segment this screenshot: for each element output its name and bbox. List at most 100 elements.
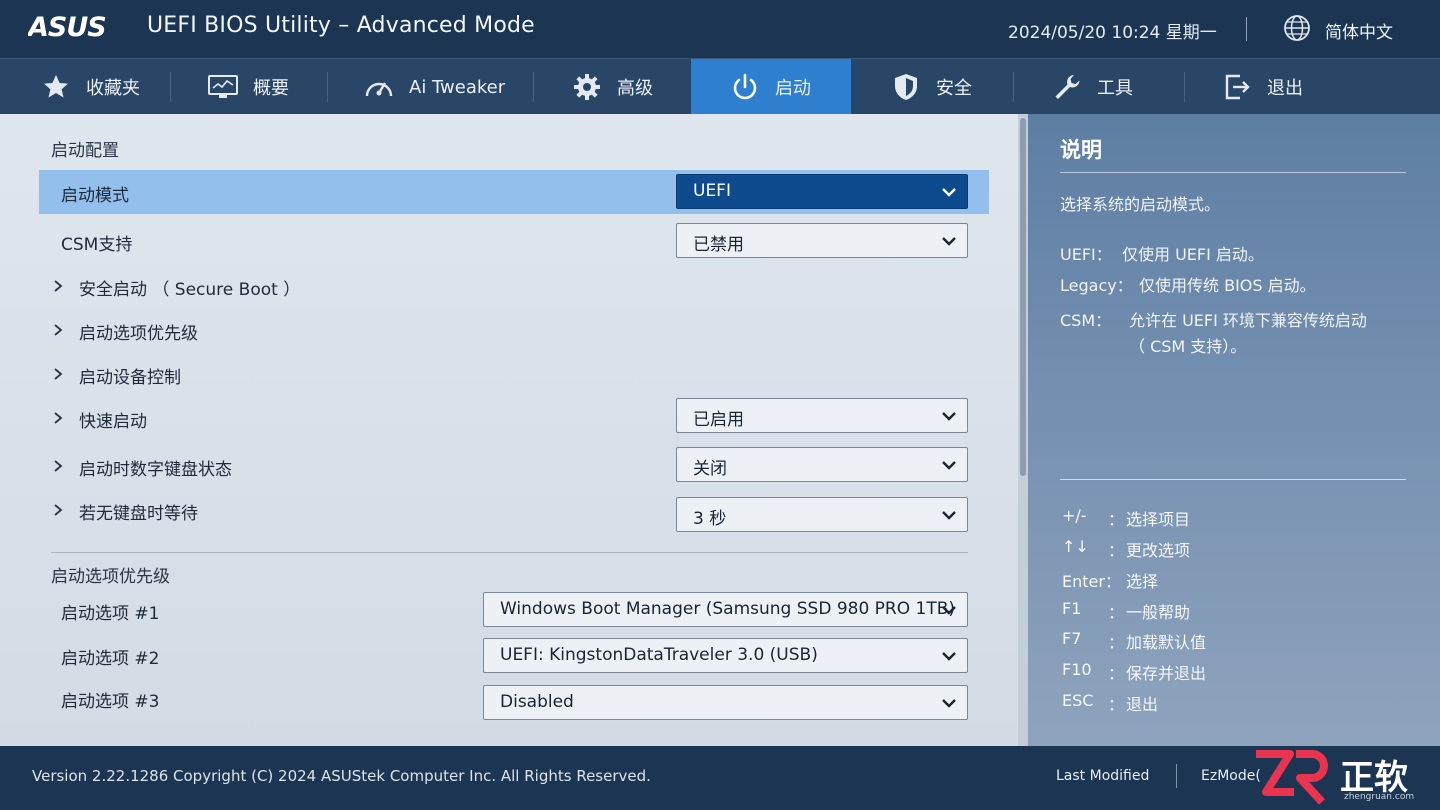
help-divider [1060,172,1406,173]
chevron-down-icon [942,511,956,520]
section-title-boot-config: 启动配置 [51,141,119,161]
help-panel: 说明 选择系统的启动模式。 UEFI： 仅使用 UEFI 启动。 Legacy：… [1028,114,1440,746]
chevron-down-icon [942,606,956,615]
setting-label: 启动选项优先级 [79,324,198,344]
datetime: 2024/05/20 10:24 星期一 [1008,23,1217,43]
help-item-key: Legacy： [1060,276,1133,295]
globe-icon[interactable] [1282,13,1312,43]
setting-label: 启动选项 #3 [61,692,160,712]
help-title: 说明 [1060,138,1102,162]
chevron-down-icon [942,412,956,421]
hotkey-key: F7 [1062,629,1082,648]
footer-separator [1176,764,1177,788]
hotkey-desc: 一般帮助 [1126,603,1191,622]
setting-label: 若无键盘时等待 [79,504,198,524]
keyboard-wait-dropdown[interactable]: 3 秒 [676,497,968,532]
power-icon [729,71,761,103]
chevron-right-icon [54,504,63,516]
hotkey-colon: ： [1108,695,1125,714]
tab-exit[interactable]: 退出 [1221,59,1303,115]
tab-label: 概要 [253,78,289,99]
hotkey-colon: ： [1108,633,1125,652]
setting-row-numlock[interactable]: 启动时数字键盘状态 关闭 [39,444,989,488]
chevron-down-icon [942,188,956,197]
hotkey-key: F1 [1062,599,1082,618]
setting-row-csm[interactable]: CSM支持 已禁用 [39,219,989,263]
tab-label: 安全 [936,78,972,99]
chevron-down-icon [942,699,956,708]
tab-bar: 收藏夹 概要 Ai Tweaker 高级 启动 安全 工具 退出 [0,58,1440,115]
tab-separator [1184,72,1185,102]
tab-label: 退出 [1267,78,1303,99]
tab-boot[interactable]: 启动 [691,59,851,115]
scrollbar[interactable] [1018,114,1028,746]
last-modified-button[interactable]: Last Modified [1056,768,1149,784]
setting-label: 启动时数字键盘状态 [79,460,232,480]
chevron-right-icon [54,280,63,292]
chevron-right-icon [54,412,63,424]
tab-separator [1013,72,1014,102]
setting-row-boot-option-2[interactable]: 启动选项 #2 UEFI: KingstonDataTraveler 3.0 (… [39,633,989,677]
setting-label: CSM支持 [61,235,133,255]
fast-boot-dropdown[interactable]: 已启用 [676,398,968,433]
tab-label: 工具 [1097,78,1133,99]
submenu-secure-boot[interactable]: 安全启动 （ Secure Boot ） [39,264,989,308]
boot-option-3-dropdown[interactable]: Disabled [483,685,968,720]
tab-favorites[interactable]: 收藏夹 [40,59,140,115]
setting-label: 启动选项 #1 [61,604,160,624]
tab-separator [170,72,171,102]
chevron-right-icon [54,460,63,472]
monitor-icon [207,71,239,103]
tab-advanced[interactable]: 高级 [571,59,653,115]
language-selector[interactable]: 简体中文 [1325,18,1393,43]
hotkey-colon: ： [1108,603,1125,622]
tab-security[interactable]: 安全 [890,59,972,115]
setting-row-fast-boot[interactable]: 快速启动 已启用 [39,396,989,440]
submenu-boot-device-control[interactable]: 启动设备控制 [39,352,989,396]
boot-mode-dropdown[interactable]: UEFI [676,174,968,209]
section-divider [51,552,968,553]
footer-bar: Version 2.22.1286 Copyright (C) 2024 ASU… [0,746,1440,810]
setting-row-boot-mode[interactable]: 启动模式 UEFI [39,170,989,214]
help-item-value: 仅使用传统 BIOS 启动。 [1139,276,1316,295]
setting-row-no-keyboard-wait[interactable]: 若无键盘时等待 3 秒 [39,488,989,532]
setting-label: 快速启动 [79,412,147,432]
boot-option-1-dropdown[interactable]: Windows Boot Manager (Samsung SSD 980 PR… [483,592,968,627]
boot-option-2-dropdown[interactable]: UEFI: KingstonDataTraveler 3.0 (USB) [483,638,968,673]
header-separator [1246,17,1247,41]
tab-label: 高级 [617,78,653,99]
hotkey-desc: 选择 [1126,572,1159,591]
section-title-boot-priority: 启动选项优先级 [51,567,170,587]
tab-separator [533,72,534,102]
scrollbar-thumb[interactable] [1020,118,1026,476]
tab-label: 启动 [775,78,811,99]
hotkey-desc: 退出 [1126,695,1159,714]
star-icon [40,71,72,103]
setting-row-boot-option-3[interactable]: 启动选项 #3 Disabled [39,676,989,720]
csm-dropdown[interactable]: 已禁用 [676,223,968,258]
dropdown-value: Disabled [500,692,574,712]
hotkey-desc: 选择项目 [1126,510,1191,529]
numlock-dropdown[interactable]: 关闭 [676,447,968,482]
help-item-value: 仅使用 UEFI 启动。 [1122,245,1264,264]
tab-label: Ai Tweaker [409,76,506,98]
setting-row-boot-option-1[interactable]: 启动选项 #1 Windows Boot Manager (Samsung SS… [39,588,989,632]
asus-logo: ASUS [28,12,107,42]
hotkey-colon: ： [1108,664,1125,683]
hotkey-colon: ： [1108,541,1125,560]
chevron-down-icon [942,461,956,470]
dropdown-value: 3 秒 [693,509,727,529]
watermark-logo-icon [1256,750,1328,805]
setting-label: 启动设备控制 [79,368,181,388]
tab-ai-tweaker[interactable]: Ai Tweaker [363,59,505,115]
help-summary: 选择系统的启动模式。 [1060,195,1221,214]
tab-label: 收藏夹 [86,78,140,99]
hotkey-key: F10 [1062,660,1092,679]
tab-tools[interactable]: 工具 [1051,59,1133,115]
tab-separator [327,72,328,102]
hotkey-key: ESC [1062,691,1094,710]
dropdown-value: UEFI [693,181,731,201]
submenu-boot-priority[interactable]: 启动选项优先级 [39,308,989,352]
dropdown-value: Windows Boot Manager (Samsung SSD 980 PR… [500,599,956,619]
tab-overview[interactable]: 概要 [207,59,289,115]
